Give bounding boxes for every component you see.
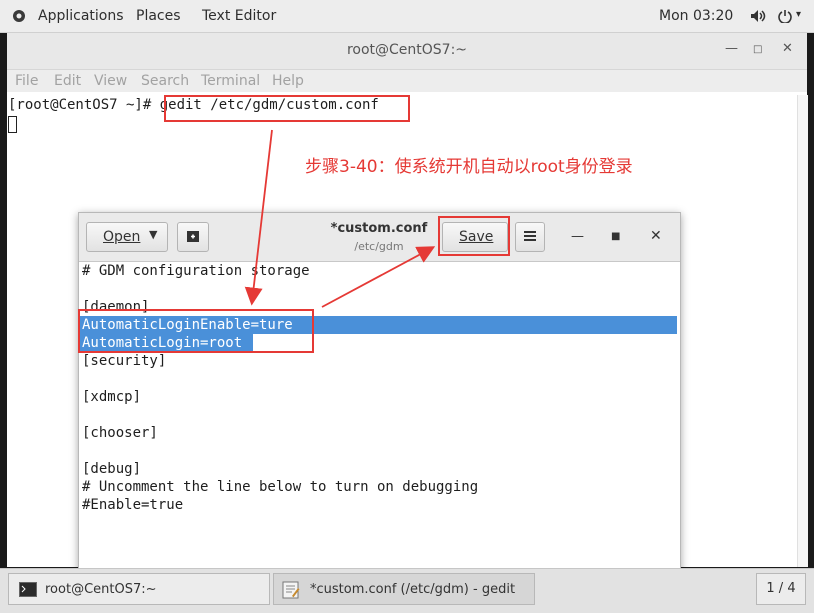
taskbar-label: root@CentOS7:~ [45,582,157,597]
taskbar-item-gedit[interactable]: *custom.conf (/etc/gdm) - gedit [273,573,535,605]
workspace-indicator[interactable]: 1 / 4 [756,573,806,605]
taskbar-label: *custom.conf (/etc/gdm) - gedit [310,582,516,597]
taskbar-item-terminal[interactable]: root@CentOS7:~ [8,573,270,605]
annotation-arrows [244,129,436,308]
workspace-label: 1 / 4 [766,581,796,596]
taskbar: root@CentOS7:~ *custom.conf (/etc/gdm) -… [0,568,814,613]
arrow-config-to-save [321,246,436,308]
arrow-command-to-config [244,129,273,306]
text-editor-icon [282,581,300,603]
terminal-icon [19,582,37,601]
